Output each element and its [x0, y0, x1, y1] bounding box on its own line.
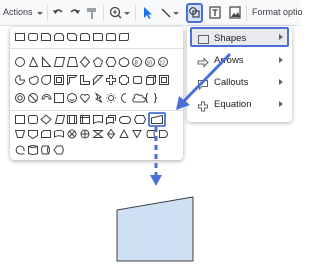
annotation-overlay — [116, 52, 232, 262]
dashed-down-arrow-icon — [150, 127, 162, 186]
inserted-shape-manual-input[interactable] — [116, 196, 194, 262]
tutorial-arrow-icon — [176, 52, 232, 110]
stage: Actions Format optio 8 10 12 Shapes Arro… — [0, 0, 303, 270]
